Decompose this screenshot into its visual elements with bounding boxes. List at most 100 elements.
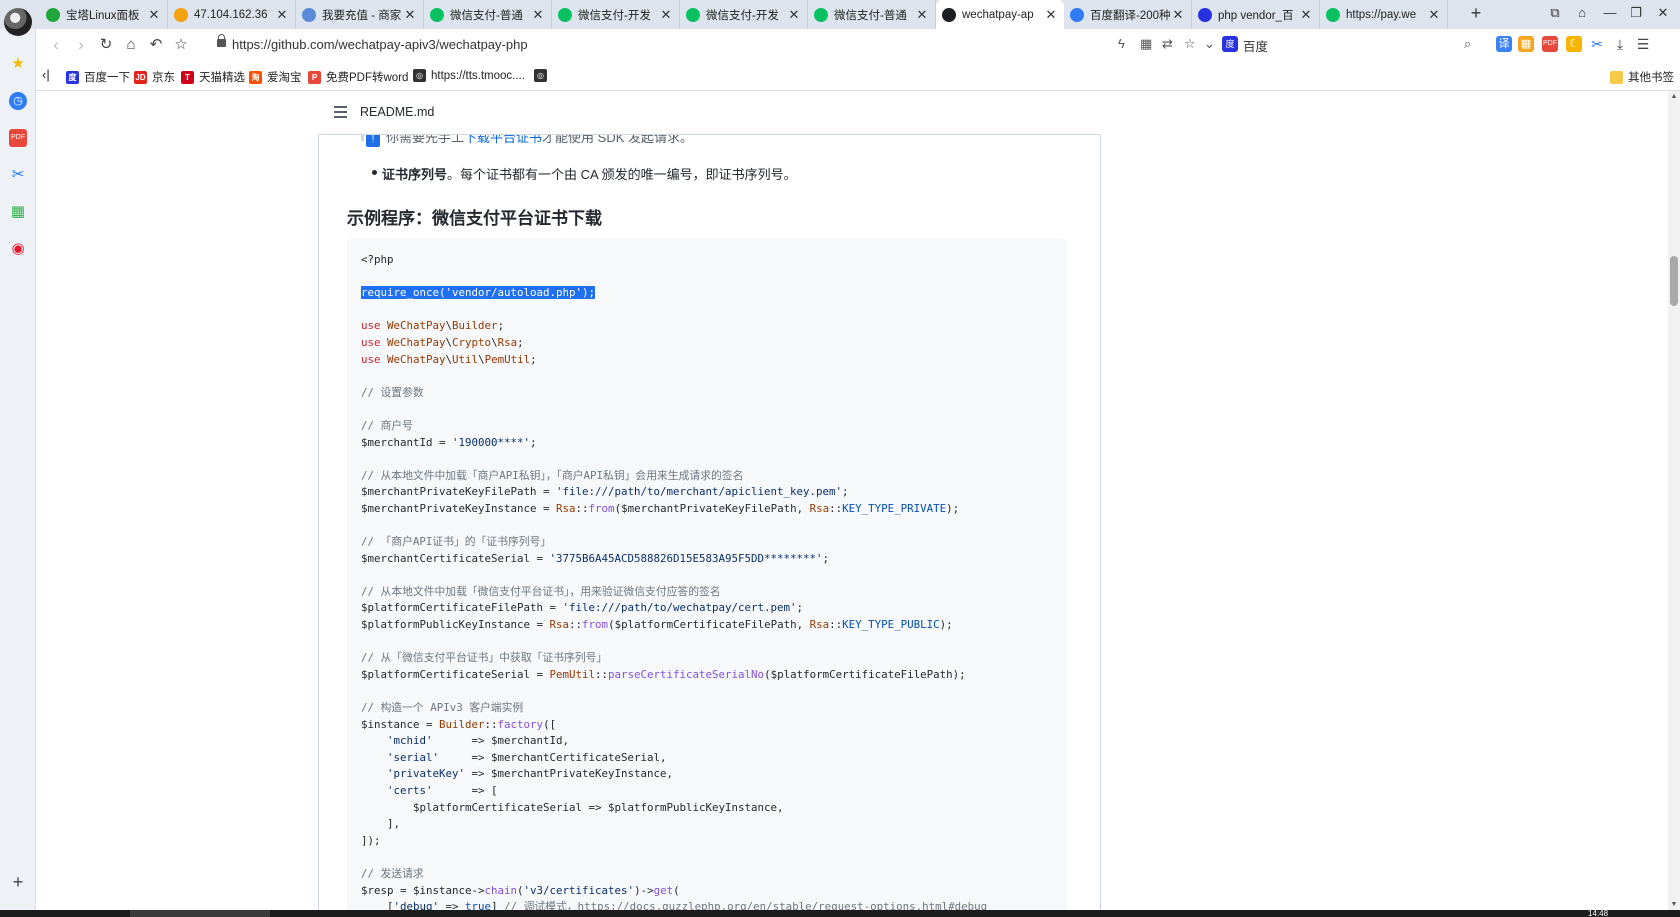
scrollbar-thumb[interactable]	[1670, 256, 1678, 306]
star-icon[interactable]: ★	[9, 55, 27, 73]
outline-list-icon[interactable]	[334, 106, 347, 118]
pdf-extension-icon[interactable]: PDF	[1542, 36, 1558, 52]
site-icon	[302, 7, 316, 22]
wechatpay-icon	[558, 7, 572, 22]
menu-icon[interactable]: ☰	[1635, 36, 1651, 52]
history-icon[interactable]: ◷	[9, 92, 27, 110]
bookmark-item[interactable]: T 天猫精选	[181, 69, 245, 85]
code-token: ;	[822, 551, 830, 565]
bookmark-item[interactable]: JD 京东	[134, 69, 175, 85]
close-tab-icon[interactable]: ✕	[531, 7, 545, 23]
moon-extension-icon[interactable]: ☾	[1566, 36, 1582, 52]
favorite-icon[interactable]: ☆	[1184, 36, 1196, 52]
tab-10[interactable]: https://pay.we ✕	[1320, 0, 1448, 29]
tab-4[interactable]: 微信支付-开发 ✕	[552, 0, 680, 29]
bookmark-item[interactable]: ◎	[534, 69, 552, 82]
download-icon[interactable]: ⤓	[1612, 36, 1628, 52]
close-tab-icon[interactable]: ✕	[915, 7, 929, 23]
code-token: // 发送请求	[361, 866, 424, 880]
bookmark-label: 京东	[152, 72, 175, 84]
bookmark-label: 爱淘宝	[267, 72, 302, 84]
code-line: // 从「微信支付平台证书」中获取「证书序列号」	[361, 650, 987, 667]
code-token: ],	[361, 817, 401, 831]
skin-icon[interactable]: ⌂	[1571, 5, 1593, 20]
code-line: use WeChatPay\Builder;	[361, 318, 987, 335]
restore-button[interactable]: ❐	[1625, 5, 1647, 21]
search-icon[interactable]: ⌕	[1464, 36, 1471, 52]
qrcode-icon[interactable]: ▦	[1140, 36, 1152, 52]
other-bookmarks[interactable]: 其他书签	[1610, 69, 1674, 85]
tab-2[interactable]: 我要充值 - 商家 ✕	[296, 0, 424, 29]
apps-extension-icon[interactable]: ▦	[1518, 36, 1534, 52]
code-line: 'privateKey' => $merchantPrivateKeyInsta…	[361, 766, 987, 783]
tab-search-icon[interactable]: ⧉	[1544, 5, 1566, 21]
tab-0[interactable]: 宝塔Linux面板 ✕	[40, 0, 168, 29]
close-tab-icon[interactable]: ✕	[275, 7, 289, 23]
tab-6[interactable]: 微信支付-普通 ✕	[808, 0, 936, 29]
close-tab-icon[interactable]: ✕	[1044, 7, 1058, 23]
code-token: factory	[497, 717, 544, 731]
back-button[interactable]: ‹	[46, 35, 66, 55]
new-tab-button[interactable]: +	[1466, 3, 1486, 24]
clock: 14:48	[1588, 909, 1609, 917]
bookmark-label: https://tts.tmooc....	[431, 69, 525, 82]
close-tab-icon[interactable]: ✕	[1299, 7, 1313, 23]
close-tab-icon[interactable]: ✕	[787, 7, 801, 23]
close-tab-icon[interactable]: ✕	[659, 7, 673, 23]
code-line: $merchantPrivateKeyInstance = Rsa::from(…	[361, 501, 987, 518]
address-bar-row: ‹ › ↻ ⌂ ↶ ☆ https://github.com/wechatpay…	[36, 29, 1680, 61]
search-engine-input[interactable]: 百度	[1243, 36, 1268, 55]
code-line: // 商户号	[361, 418, 987, 435]
add-sidebar-button[interactable]: +	[9, 873, 27, 891]
translate-page-icon[interactable]: ⇄	[1162, 36, 1173, 52]
tab-8[interactable]: 百度翻译-200种 ✕	[1064, 0, 1192, 29]
scroll-up-icon[interactable]: ▲	[1668, 93, 1680, 100]
url-input[interactable]: https://github.com/wechatpay-apiv3/wecha…	[232, 37, 528, 52]
apps-grid-icon[interactable]: ▦	[9, 203, 27, 221]
bookmark-item[interactable]: P 免费PDF转word	[308, 69, 408, 85]
forward-button[interactable]: ›	[71, 35, 91, 55]
bookmark-item[interactable]: 度百度一下	[66, 69, 130, 85]
code-token: ($platformCertificateFilePath,	[608, 618, 810, 632]
code-token: );	[946, 501, 960, 515]
tab-7[interactable]: wechatpay-ap ✕	[936, 0, 1064, 29]
chevron-down-icon[interactable]: ⌄	[1204, 36, 1215, 52]
home-button[interactable]: ⌂	[121, 35, 141, 55]
scissors-icon[interactable]: ✂	[9, 166, 27, 184]
lightning-icon[interactable]: ϟ	[1118, 36, 1125, 51]
bookmark-item[interactable]: 淘爱淘宝	[249, 69, 302, 85]
page-scrollbar[interactable]: ▲ ▼	[1668, 91, 1680, 917]
user-avatar[interactable]	[4, 8, 32, 36]
bookmark-item[interactable]: ◎ https://tts.tmooc....	[413, 69, 525, 82]
tab-1[interactable]: 47.104.162.36 ✕	[168, 0, 296, 29]
code-token: '190000****'	[452, 435, 531, 449]
scroll-down-icon[interactable]: ▼	[1668, 901, 1680, 908]
code-token: ::	[569, 618, 583, 632]
close-window-button[interactable]: ✕	[1652, 5, 1674, 21]
code-token: ;	[530, 435, 537, 449]
scissors-icon[interactable]: ✂	[1589, 36, 1605, 52]
code-token: ::	[575, 501, 589, 515]
code-content[interactable]: <?php require_once('vendor/autoload.php'…	[361, 252, 987, 916]
undo-close-button[interactable]: ↶	[146, 35, 166, 55]
close-tab-icon[interactable]: ✕	[403, 7, 417, 23]
tab-9[interactable]: php vendor_百 ✕	[1192, 0, 1320, 29]
code-token: parseCertificateSerialNo	[608, 667, 765, 681]
reload-button[interactable]: ↻	[96, 35, 116, 55]
translate-icon	[1070, 7, 1084, 22]
code-token: WeChatPay	[387, 335, 446, 349]
tab-title: php vendor_百	[1218, 9, 1294, 22]
tab-3[interactable]: 微信支付-普通 ✕	[424, 0, 552, 29]
pdf-icon[interactable]: PDF	[9, 129, 27, 147]
translate-extension-icon[interactable]: 译	[1496, 36, 1512, 52]
code-block[interactable]: <?php require_once('vendor/autoload.php'…	[347, 238, 1067, 917]
minimize-button[interactable]: —	[1599, 5, 1621, 20]
bookmark-star-button[interactable]: ☆	[171, 35, 191, 55]
sidebar-toggle-icon[interactable]: ‹|	[42, 67, 50, 82]
close-tab-icon[interactable]: ✕	[147, 7, 161, 23]
close-tab-icon[interactable]: ✕	[1427, 7, 1441, 23]
tab-5[interactable]: 微信支付-开发 ✕	[680, 0, 808, 29]
close-tab-icon[interactable]: ✕	[1171, 7, 1185, 23]
weibo-icon[interactable]: ◉	[9, 240, 27, 258]
